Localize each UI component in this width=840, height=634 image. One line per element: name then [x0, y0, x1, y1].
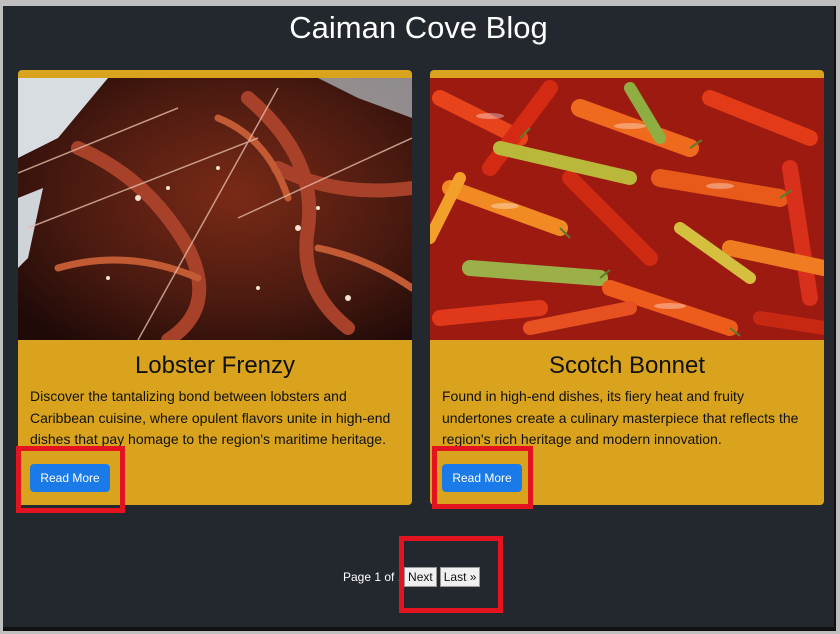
pagination: Page 1 of . Next Last »	[343, 567, 481, 587]
post-excerpt: Found in high-end dishes, its fiery heat…	[442, 388, 799, 447]
peppers-image	[430, 78, 824, 340]
post-card-lobster: Lobster Frenzy Discover the tantalizing …	[18, 70, 412, 505]
read-more-button[interactable]: Read More	[442, 464, 522, 492]
post-card-scotch-bonnet: Scotch Bonnet Found in high-end dishes, …	[430, 70, 824, 505]
page-status: Page 1 of .	[343, 570, 402, 584]
lobster-image	[18, 78, 412, 340]
post-title: Scotch Bonnet	[548, 352, 706, 379]
post-title: Lobster Frenzy	[134, 352, 296, 379]
page: Caiman Cove Blog Lobster Frenzy Discover…	[3, 6, 836, 631]
page-title: Caiman Cove Blog	[289, 10, 548, 45]
last-page-button[interactable]: Last »	[439, 567, 481, 587]
next-page-button[interactable]: Next	[404, 567, 437, 587]
read-more-button[interactable]: Read More	[30, 464, 110, 492]
post-excerpt: Discover the tantalizing bond between lo…	[30, 388, 391, 447]
